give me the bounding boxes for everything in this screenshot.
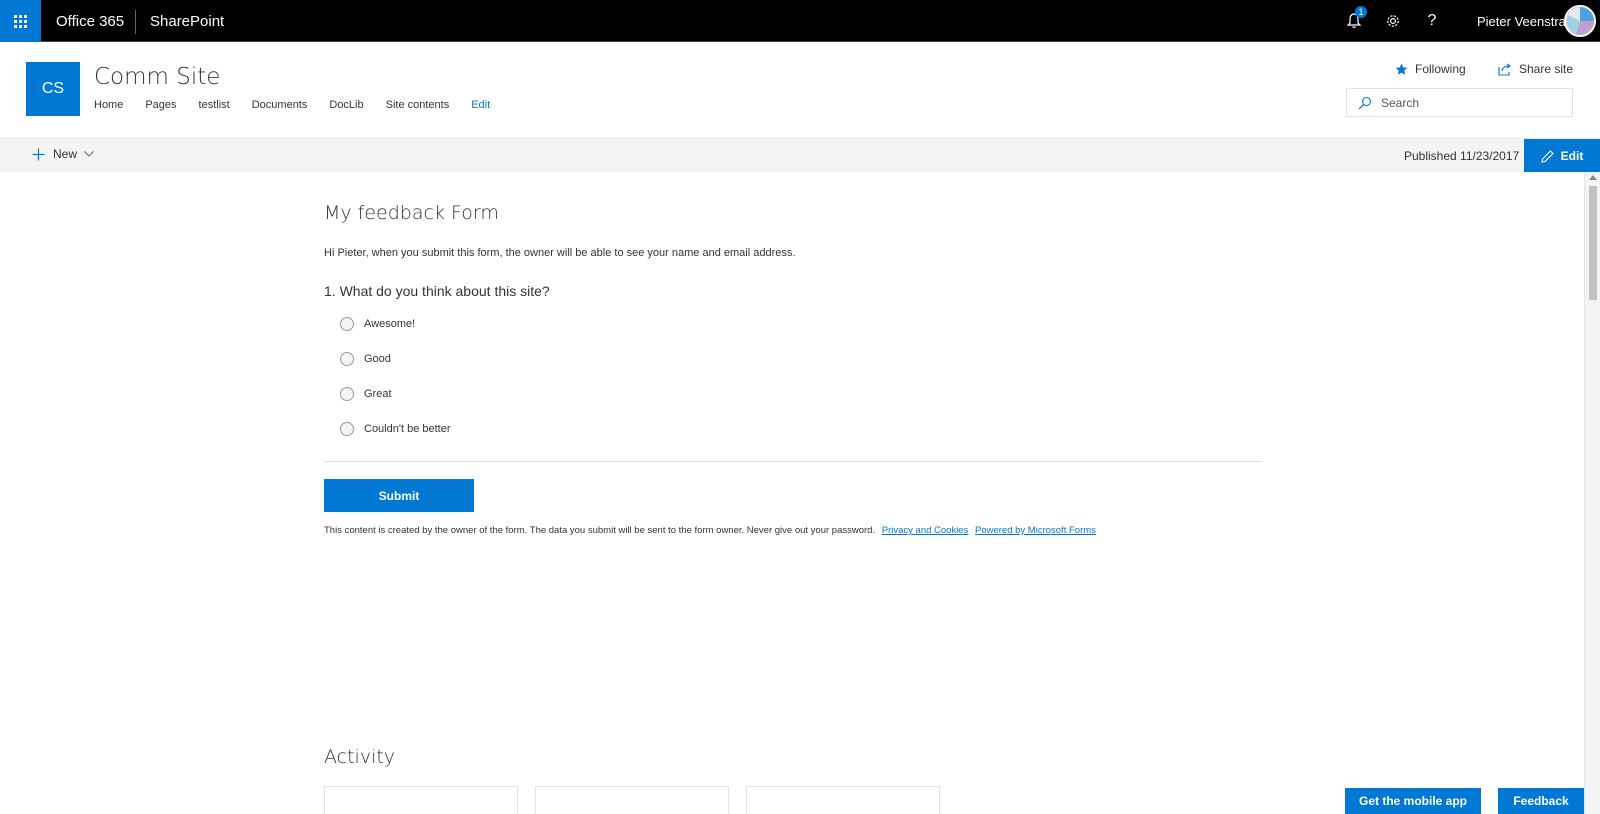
edit-label: Edit xyxy=(1560,149,1584,163)
nav-item-testlist[interactable]: testlist xyxy=(199,99,230,111)
nav-item-pages[interactable]: Pages xyxy=(145,99,176,111)
radio-button[interactable] xyxy=(340,352,354,366)
nav-item-home[interactable]: Home xyxy=(94,99,123,111)
site-title[interactable]: Comm Site xyxy=(94,64,220,90)
office365-link[interactable]: Office 365 xyxy=(56,13,124,30)
option-couldnt-be-better[interactable]: Couldn't be better xyxy=(340,422,451,436)
scroll-up-arrow[interactable] xyxy=(1589,175,1597,180)
new-button[interactable]: New xyxy=(32,147,94,161)
site-navigation: Home Pages testlist Documents DocLib Sit… xyxy=(94,99,512,111)
pencil-icon xyxy=(1540,149,1554,163)
nav-edit-link[interactable]: Edit xyxy=(471,99,490,111)
privacy-cookies-link[interactable]: Privacy and Cookies xyxy=(882,525,969,536)
help-icon: ? xyxy=(1427,12,1437,29)
share-label: Share site xyxy=(1519,62,1574,76)
user-name[interactable]: Pieter Veenstra xyxy=(1477,14,1566,29)
edit-page-button[interactable]: Edit xyxy=(1524,139,1600,173)
radio-button[interactable] xyxy=(340,422,354,436)
gear-icon xyxy=(1387,15,1399,27)
disclaimer-text: This content is created by the owner of … xyxy=(324,525,876,536)
notification-badge: 1 xyxy=(1355,6,1367,18)
form-divider xyxy=(324,461,1262,462)
option-label: Couldn't be better xyxy=(364,423,451,435)
brand-divider xyxy=(135,10,136,34)
site-logo[interactable]: CS xyxy=(26,62,80,116)
following-label: Following xyxy=(1415,62,1466,76)
form-disclaimer: This content is created by the owner of … xyxy=(324,525,1096,536)
page-scrollbar[interactable] xyxy=(1584,172,1600,814)
feedback-button[interactable]: Feedback xyxy=(1498,788,1584,814)
option-label: Good xyxy=(364,353,391,365)
new-label: New xyxy=(53,147,78,161)
form-intro: Hi Pieter, when you submit this form, th… xyxy=(324,247,796,259)
avatar[interactable] xyxy=(1564,5,1596,37)
search-input[interactable] xyxy=(1381,95,1561,110)
nav-item-site-contents[interactable]: Site contents xyxy=(386,99,450,111)
share-icon xyxy=(1498,63,1511,76)
submit-button[interactable]: Submit xyxy=(324,479,474,512)
settings-button[interactable] xyxy=(1382,10,1404,32)
app-launcher-button[interactable] xyxy=(0,0,41,42)
share-site-button[interactable]: Share site xyxy=(1498,62,1573,76)
scroll-thumb[interactable] xyxy=(1589,186,1597,300)
activity-card[interactable] xyxy=(746,786,940,814)
sharepoint-link[interactable]: SharePoint xyxy=(150,13,224,30)
activity-title: Activity xyxy=(324,746,396,768)
powered-by-forms-link[interactable]: Powered by Microsoft Forms xyxy=(975,525,1096,536)
search-icon xyxy=(1358,96,1372,109)
plus-icon xyxy=(32,148,45,160)
activity-card[interactable] xyxy=(324,786,518,814)
radio-button[interactable] xyxy=(340,317,354,331)
get-mobile-app-button[interactable]: Get the mobile app xyxy=(1345,788,1481,814)
option-label: Awesome! xyxy=(364,318,416,330)
option-great[interactable]: Great xyxy=(340,387,392,401)
help-button[interactable]: ? xyxy=(1421,10,1443,32)
question-text: 1. What do you think about this site? xyxy=(324,283,550,299)
waffle-icon xyxy=(14,14,27,28)
option-awesome[interactable]: Awesome! xyxy=(340,317,415,331)
form-title: My feedback Form xyxy=(324,202,499,224)
option-good[interactable]: Good xyxy=(340,352,391,366)
page-canvas: My feedback Form Hi Pieter, when you sub… xyxy=(0,172,1584,814)
command-bar: New Published 11/23/2017 Edit xyxy=(0,138,1600,173)
nav-item-doclib[interactable]: DocLib xyxy=(329,99,363,111)
option-label: Great xyxy=(364,388,392,400)
published-status: Published 11/23/2017 xyxy=(1404,149,1520,163)
site-search-box[interactable] xyxy=(1346,88,1573,117)
suite-bar: Office 365 SharePoint 1 ? Pieter Veenstr… xyxy=(0,0,1600,42)
chevron-down-icon xyxy=(84,151,94,157)
following-button[interactable]: Following xyxy=(1395,62,1466,76)
notifications-button[interactable]: 1 xyxy=(1343,6,1367,32)
nav-item-documents[interactable]: Documents xyxy=(252,99,308,111)
activity-card[interactable] xyxy=(535,786,729,814)
site-header: CS Comm Site Home Pages testlist Documen… xyxy=(0,42,1600,138)
star-icon xyxy=(1395,63,1408,75)
radio-button[interactable] xyxy=(340,387,354,401)
